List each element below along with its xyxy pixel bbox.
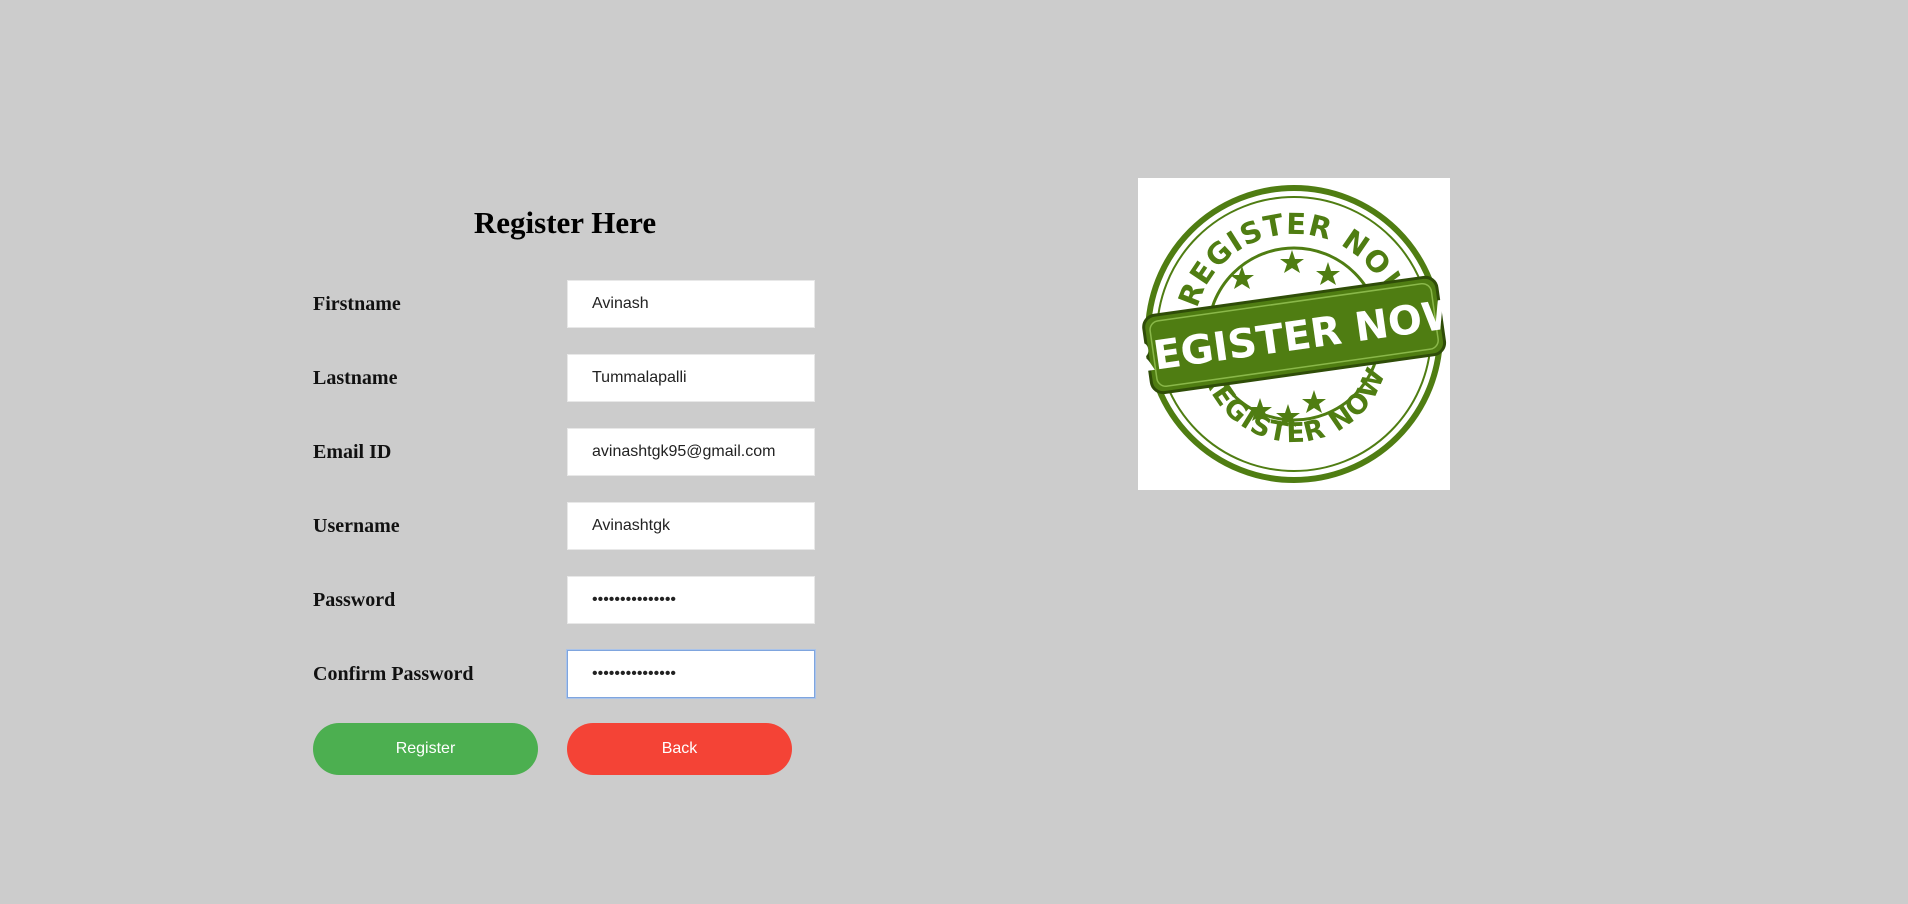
register-button[interactable]: Register [313,723,538,775]
firstname-row: Firstname [313,280,817,328]
register-now-stamp-icon: REGISTER NOW REGISTER NOW REGISTER NOW [1120,185,1469,483]
email-row: Email ID [313,428,817,476]
lastname-row: Lastname [313,354,817,402]
username-label: Username [313,515,400,537]
firstname-input[interactable] [567,280,815,328]
stars-top-icon [1230,250,1340,289]
register-now-stamp-image: REGISTER NOW REGISTER NOW REGISTER NOW [1120,178,1469,490]
form-title: Register Here [473,205,657,240]
username-input[interactable] [567,502,815,550]
email-input[interactable] [567,428,815,476]
lastname-input[interactable] [567,354,815,402]
email-label: Email ID [313,441,392,463]
password-input[interactable] [567,576,815,624]
password-label: Password [313,589,396,611]
username-row: Username [313,502,817,550]
confirm-password-row: Confirm Password [313,650,817,698]
password-row: Password [313,576,817,624]
confirm-password-input[interactable] [567,650,815,698]
firstname-label: Firstname [313,293,401,315]
confirm-password-label: Confirm Password [313,663,474,685]
lastname-label: Lastname [313,367,398,389]
back-button[interactable]: Back [567,723,792,775]
